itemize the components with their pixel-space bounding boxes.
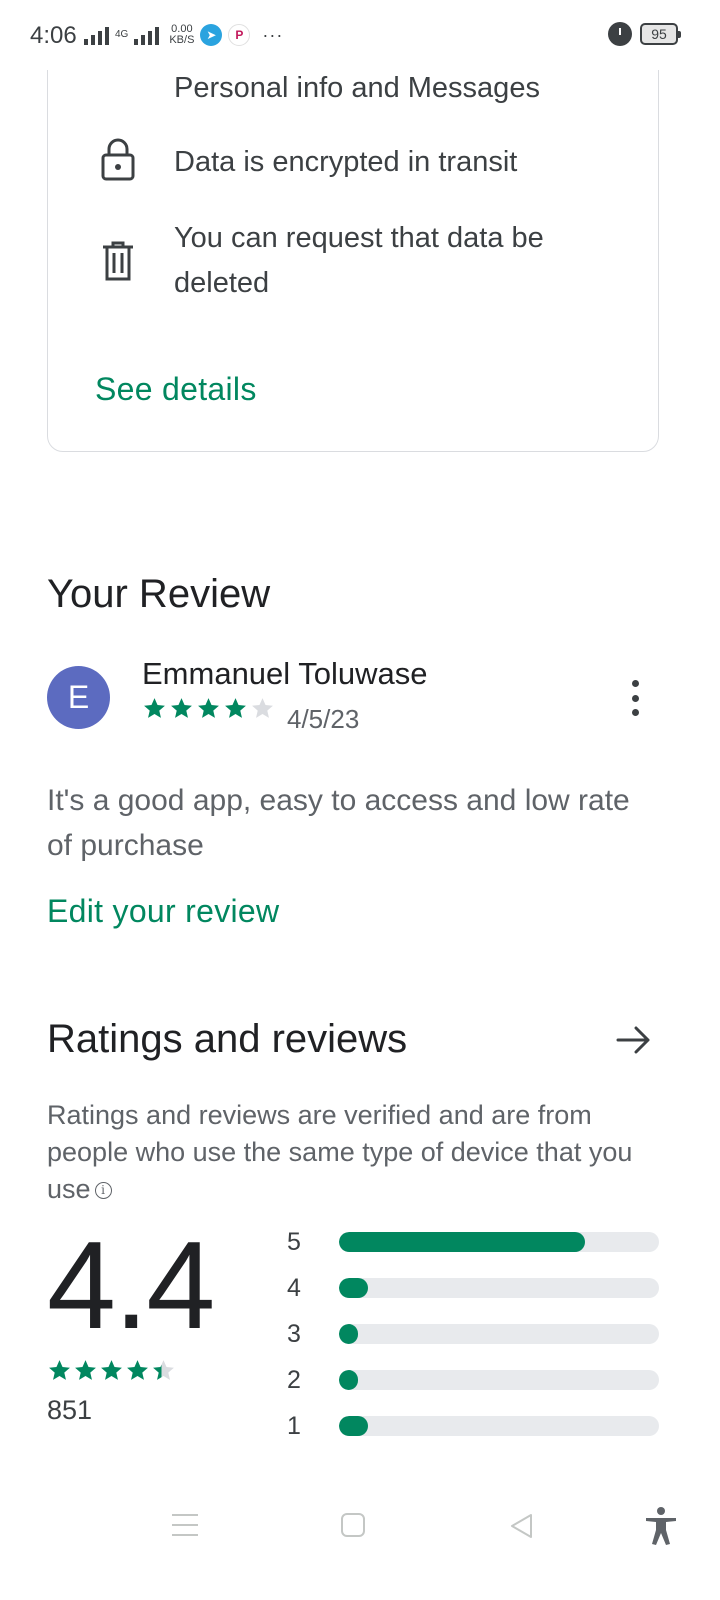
- rating-bar-row: 1: [287, 1412, 667, 1458]
- review-star-icon: [252, 698, 273, 718]
- status-right: 95: [608, 22, 681, 46]
- arrow-forward-icon[interactable]: [614, 1020, 654, 1060]
- average-star-icon: [49, 1360, 70, 1380]
- see-details-link[interactable]: See details: [95, 371, 257, 408]
- signal-icon: [84, 25, 109, 45]
- lock-icon: [101, 138, 135, 181]
- avatar: E: [47, 666, 110, 729]
- verified-note: Ratings and reviews are verified and are…: [47, 1097, 667, 1208]
- rating-bar-fill: [339, 1416, 368, 1436]
- network-type: 4G: [115, 29, 129, 40]
- rating-bar-track: [339, 1416, 659, 1436]
- edit-review-link[interactable]: Edit your review: [47, 893, 279, 930]
- data-safety-item-shared: Personal info and Messages: [174, 72, 540, 104]
- status-icons: 4G 0.00 KB/S ➤ P ···: [84, 24, 283, 46]
- navigation-bar: [0, 1490, 720, 1600]
- review-star-icon: [198, 698, 219, 718]
- average-star-rating: [47, 1358, 176, 1383]
- verified-note-text: Ratings and reviews are verified and are…: [47, 1100, 633, 1204]
- rating-bar-track: [339, 1232, 659, 1252]
- more-options-button[interactable]: [624, 680, 646, 716]
- battery-icon: 95: [640, 23, 681, 45]
- rating-bar-label: 2: [287, 1366, 301, 1394]
- trash-icon: [103, 241, 133, 281]
- data-safety-item-encrypted: Data is encrypted in transit: [174, 146, 518, 178]
- rating-bar-row: 5: [287, 1228, 667, 1274]
- rating-bar-row: 4: [287, 1274, 667, 1320]
- rating-bar-row: 2: [287, 1366, 667, 1412]
- app-notification-icon: P: [228, 24, 251, 46]
- review-author: Emmanuel Toluwase: [142, 656, 428, 691]
- home-button[interactable]: [341, 1513, 365, 1537]
- review-date: 4/5/23: [287, 704, 360, 734]
- rating-bar-label: 3: [287, 1320, 301, 1348]
- data-safety-card: Personal info and Messages Data is encry…: [47, 20, 659, 452]
- rating-bar-track: [339, 1324, 659, 1344]
- status-time: 4:06: [30, 22, 77, 49]
- network-speed: 0.00 KB/S: [169, 24, 194, 46]
- alarm-icon: [608, 22, 632, 46]
- rating-bar-track: [339, 1370, 659, 1390]
- review-count: 851: [47, 1395, 93, 1425]
- review-star-icon: [144, 698, 165, 718]
- back-button[interactable]: [508, 1512, 534, 1540]
- battery-level: 95: [651, 26, 667, 42]
- ratings-heading[interactable]: Ratings and reviews: [47, 1017, 407, 1062]
- average-score: 4.4: [47, 1217, 215, 1355]
- rating-bar-label: 1: [287, 1412, 301, 1440]
- more-notifications-icon: ···: [262, 24, 284, 45]
- info-icon[interactable]: i: [94, 1182, 112, 1199]
- avatar-initial: E: [67, 679, 90, 715]
- data-safety-item-deletion: You can request that data be deleted: [174, 222, 544, 299]
- average-star-icon: [127, 1360, 148, 1380]
- rating-bar-fill: [339, 1324, 359, 1344]
- rating-bar-label: 4: [287, 1274, 301, 1302]
- rating-bar-fill: [339, 1278, 368, 1298]
- rating-bar-fill: [339, 1232, 586, 1252]
- accessibility-icon[interactable]: [644, 1506, 678, 1546]
- rating-bar-label: 5: [287, 1228, 301, 1256]
- review-star-icon: [225, 698, 246, 718]
- rating-bar-fill: [339, 1370, 359, 1390]
- your-review-heading: Your Review: [47, 572, 271, 616]
- telegram-icon: ➤: [200, 24, 223, 46]
- rating-distribution: 5 4 3 2 1: [287, 1228, 667, 1458]
- average-star-icon: [75, 1360, 96, 1380]
- review-star-icon: [171, 698, 192, 718]
- status-bar: 4:06 4G 0.00 KB/S ➤ P ··· 95: [0, 0, 720, 70]
- review-text: It's a good app, easy to access and low …: [47, 784, 630, 862]
- rating-bar-row: 3: [287, 1320, 667, 1366]
- recent-apps-button[interactable]: [172, 1514, 198, 1536]
- signal-icon-2: [134, 25, 160, 45]
- review-star-rating: [142, 696, 275, 721]
- speed-unit: KB/S: [169, 34, 195, 46]
- rating-bar-track: [339, 1278, 659, 1298]
- average-star-icon: [101, 1360, 122, 1380]
- average-star-icon: [153, 1360, 174, 1380]
